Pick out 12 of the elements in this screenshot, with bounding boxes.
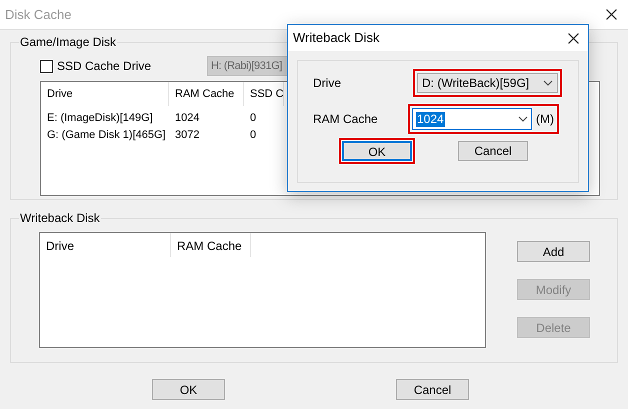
field-label: RAM Cache — [313, 111, 379, 128]
table-cell-text: G: (Game Disk 1)[465G] — [46, 128, 167, 144]
table-cell-text: 0 — [249, 128, 258, 144]
table-cell-text: 0 — [249, 111, 258, 126]
dialog-title: Writeback Disk — [293, 29, 380, 48]
table-cell-text: E: (ImageDisk)[149G] — [46, 111, 154, 126]
window-title: Disk Cache — [5, 6, 72, 24]
table-cell-text: 1024 — [174, 111, 200, 126]
table-cell-text: 3072 — [174, 128, 200, 144]
group-title: Game/Image Disk — [19, 34, 118, 50]
unit-label: (M) — [536, 111, 555, 128]
field-label: Drive — [313, 75, 342, 92]
